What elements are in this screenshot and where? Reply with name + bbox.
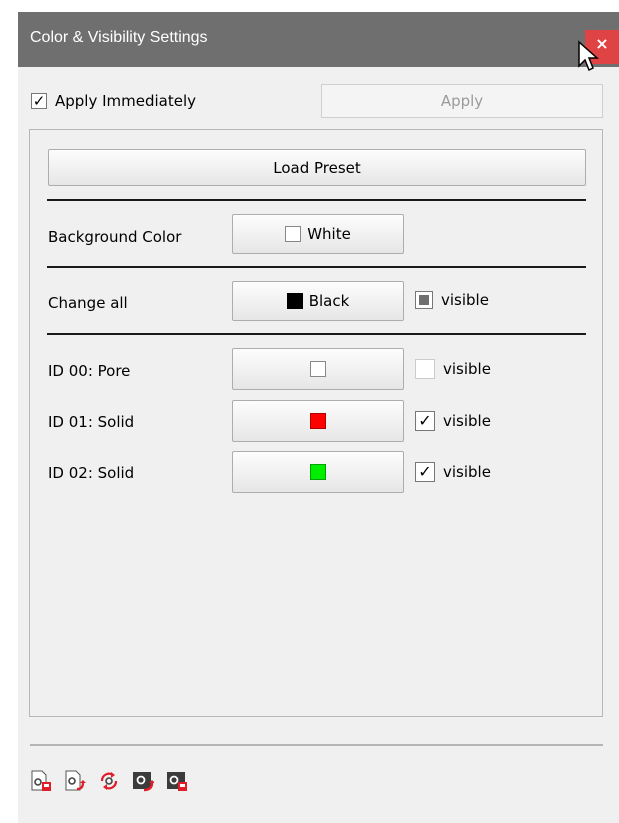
visible-label: visible xyxy=(443,463,491,481)
visible-label: visible xyxy=(443,412,491,430)
id-01-label: ID 01: Solid xyxy=(48,413,135,431)
id-00-label: ID 00: Pore xyxy=(48,362,131,380)
visible-label: visible xyxy=(443,360,491,378)
id-00-color-button[interactable] xyxy=(232,348,404,390)
apply-immediately-checkbox[interactable]: ✓ xyxy=(31,93,47,109)
background-color-label: Background Color xyxy=(48,228,182,246)
id-01-color-button[interactable] xyxy=(232,400,404,442)
import-settings-icon[interactable] xyxy=(132,770,154,792)
white-swatch-icon xyxy=(285,226,302,242)
red-swatch-icon xyxy=(310,413,326,429)
title-bar[interactable]: Color & Visibility Settings × xyxy=(18,12,619,67)
change-all-color-button[interactable]: Black xyxy=(232,281,404,321)
background-color-name: White xyxy=(307,225,351,243)
id-00-visible-toggle[interactable]: visible xyxy=(415,359,491,379)
green-swatch-icon xyxy=(310,464,326,480)
divider xyxy=(47,333,586,335)
load-settings-icon[interactable] xyxy=(64,770,86,792)
white-swatch-icon xyxy=(310,361,326,377)
background-color-button[interactable]: White xyxy=(232,214,404,254)
footer-divider xyxy=(30,744,603,746)
id-02-color-button[interactable] xyxy=(232,451,404,493)
id-01-visible-checkbox[interactable]: ✓ xyxy=(415,411,435,431)
id-02-label: ID 02: Solid xyxy=(48,464,135,482)
id-02-visible-checkbox[interactable]: ✓ xyxy=(415,462,435,482)
black-swatch-icon xyxy=(286,293,303,309)
apply-immediately-toggle[interactable]: ✓ Apply Immediately xyxy=(31,92,196,110)
indeterminate-indicator xyxy=(419,295,429,305)
apply-button[interactable]: Apply xyxy=(321,84,603,118)
export-settings-icon[interactable] xyxy=(166,770,188,792)
id-02-visible-toggle[interactable]: ✓ visible xyxy=(415,462,491,482)
visible-label: visible xyxy=(441,291,489,309)
window-title: Color & Visibility Settings xyxy=(30,29,208,46)
id-00-visible-checkbox[interactable] xyxy=(415,359,435,379)
change-all-visible-checkbox[interactable] xyxy=(415,291,433,309)
change-all-color-name: Black xyxy=(308,292,350,310)
change-all-visible-toggle[interactable]: visible xyxy=(415,291,489,309)
id-01-visible-toggle[interactable]: ✓ visible xyxy=(415,411,491,431)
reset-settings-icon[interactable] xyxy=(98,770,120,792)
load-preset-button[interactable]: Load Preset xyxy=(48,149,586,186)
divider xyxy=(47,199,586,201)
save-settings-icon[interactable] xyxy=(30,770,52,792)
change-all-label: Change all xyxy=(48,294,128,312)
divider xyxy=(47,266,586,268)
settings-window: Color & Visibility Settings × ✓ Apply Im… xyxy=(18,12,619,823)
apply-immediately-label: Apply Immediately xyxy=(55,92,197,110)
mouse-cursor-icon xyxy=(578,40,599,72)
